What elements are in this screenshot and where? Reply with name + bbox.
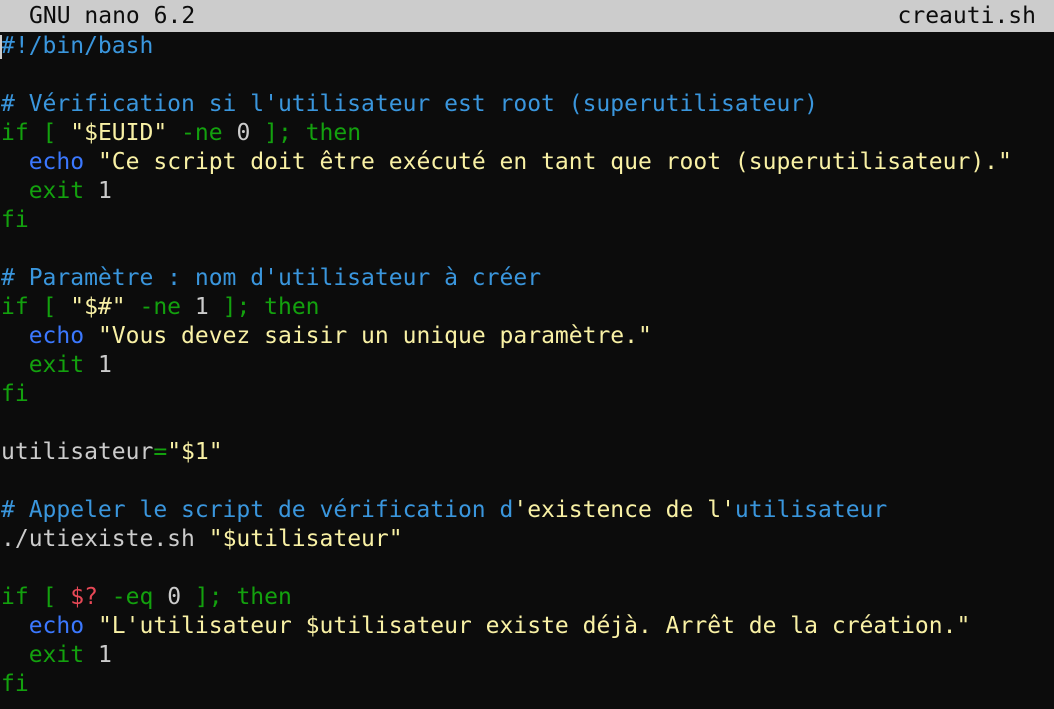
code-token: "$utilisateur" <box>208 526 403 552</box>
file-name-label: creauti.sh <box>897 3 1036 29</box>
code-line[interactable]: if [ "$EUID" -ne 0 ]; then <box>0 119 1054 148</box>
code-line[interactable]: # Appeler le script de vérification d'ex… <box>0 496 1054 525</box>
code-line[interactable] <box>0 61 1054 90</box>
code-token: "$EUID" <box>70 120 168 146</box>
nano-title-bar: GNU nano 6.2 creauti.sh <box>0 0 1054 32</box>
app-version-label: GNU nano 6.2 <box>29 3 196 29</box>
code-token: 1 <box>84 642 112 668</box>
code-token: fi <box>1 381 29 407</box>
code-line[interactable]: exit 1 <box>0 351 1054 380</box>
code-token: # Appeler le script de vérification d <box>1 497 514 523</box>
code-line[interactable]: echo "L'utilisateur $utilisateur existe … <box>0 612 1054 641</box>
code-token: 1 <box>84 352 112 378</box>
code-line[interactable]: # Vérification si l'utilisateur est root… <box>0 90 1054 119</box>
code-line[interactable]: utilisateur="$1" <box>0 438 1054 467</box>
code-line[interactable]: echo "Vous devez saisir un unique paramè… <box>0 322 1054 351</box>
code-token: utilisateur <box>1 439 154 465</box>
code-token: ]; then <box>181 584 292 610</box>
code-token: ]; then <box>250 120 362 146</box>
code-line[interactable]: #!/bin/bash <box>0 32 1054 61</box>
code-token: if [ <box>1 120 71 146</box>
code-token: echo <box>28 323 85 349</box>
code-token: = <box>153 439 168 465</box>
code-line[interactable]: if [ "$#" -ne 1 ]; then <box>0 293 1054 322</box>
code-token: utilisateur <box>734 497 888 523</box>
code-line[interactable]: exit 1 <box>0 177 1054 206</box>
code-token: -eq <box>97 584 168 610</box>
code-token: -ne <box>125 294 195 320</box>
code-token: ]; then <box>208 294 320 320</box>
code-line[interactable]: # Paramètre : nom d'utilisateur à créer <box>0 264 1054 293</box>
text-cursor <box>0 35 2 59</box>
text-editor-area[interactable]: #!/bin/bash # Vérification si l'utilisate… <box>0 32 1054 709</box>
code-token: fi <box>1 671 29 697</box>
code-token: if [ <box>1 584 71 610</box>
code-token: 'existence de l' <box>513 497 735 523</box>
code-token: exit <box>28 642 85 668</box>
code-token: "Ce script doit être exécuté en tant que… <box>97 149 1012 175</box>
code-token: 1 <box>84 178 112 204</box>
code-token: 0 <box>236 120 251 146</box>
code-token: # Paramètre : nom d'utilisateur à créer <box>1 265 542 291</box>
code-token: 0 <box>167 584 182 610</box>
code-token: 1 <box>194 294 209 320</box>
code-token: #!/bin/bash <box>1 33 154 59</box>
code-token: fi <box>1 207 29 233</box>
code-token: -ne <box>167 120 237 146</box>
code-line[interactable]: if [ $? -eq 0 ]; then <box>0 583 1054 612</box>
code-token: $? <box>70 584 98 610</box>
code-line[interactable]: fi <box>0 670 1054 699</box>
code-token: exit <box>28 178 85 204</box>
code-line[interactable]: echo "Ce script doit être exécuté en tan… <box>0 148 1054 177</box>
code-token: "$#" <box>70 294 126 320</box>
code-token: echo <box>28 613 85 639</box>
code-token: exit <box>28 352 85 378</box>
code-token: "$1" <box>167 439 223 465</box>
code-line[interactable]: fi <box>0 380 1054 409</box>
code-line[interactable] <box>0 235 1054 264</box>
code-line[interactable] <box>0 554 1054 583</box>
code-line[interactable] <box>0 409 1054 438</box>
code-token: "Vous devez saisir un unique paramètre." <box>97 323 652 349</box>
code-token: if [ <box>1 294 71 320</box>
code-line[interactable]: ./utiexiste.sh "$utilisateur" <box>0 525 1054 554</box>
code-line[interactable]: fi <box>0 206 1054 235</box>
code-token: ./utiexiste.sh <box>1 526 209 552</box>
code-token: echo <box>28 149 85 175</box>
code-line[interactable] <box>0 467 1054 496</box>
code-token: # Vérification si l'utilisateur est root… <box>1 91 818 117</box>
code-line[interactable]: exit 1 <box>0 641 1054 670</box>
code-token: "L'utilisateur $utilisateur existe déjà.… <box>97 613 971 639</box>
